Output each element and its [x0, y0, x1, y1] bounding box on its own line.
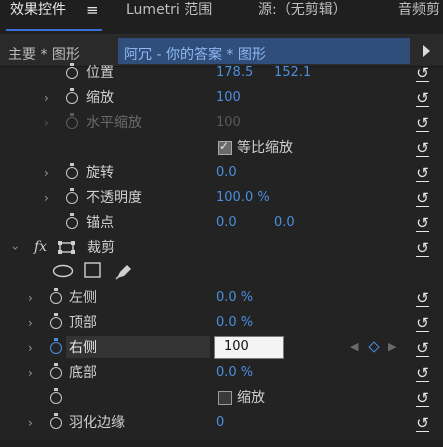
reset-icon[interactable]: ↺	[414, 391, 431, 407]
stopwatch-icon[interactable]	[66, 63, 78, 79]
scale-width-value: 100	[216, 115, 241, 130]
pen-mask-icon[interactable]	[114, 262, 134, 280]
reset-icon[interactable]: ↺	[414, 141, 431, 157]
previous-keyframe-icon[interactable]: ◀	[350, 340, 358, 353]
opacity-value[interactable]: 100.0 %	[216, 188, 270, 208]
reset-icon[interactable]: ↺	[414, 66, 431, 82]
ellipse-mask-icon[interactable]	[52, 264, 74, 278]
reset-icon[interactable]: ↺	[414, 366, 431, 382]
crop-top-label: 顶部	[69, 315, 97, 331]
opacity-label: 不透明度	[86, 190, 142, 206]
stopwatch-icon[interactable]	[50, 288, 62, 304]
tab-audio[interactable]: 音频剪	[398, 0, 440, 34]
reset-icon[interactable]: ↺	[414, 291, 431, 307]
reset-icon[interactable]: ↺	[414, 91, 431, 107]
rectangle-mask-icon[interactable]	[84, 262, 102, 279]
feather-edges-value[interactable]: 0	[216, 413, 224, 433]
reset-icon[interactable]: ↺	[414, 216, 431, 232]
scale-width-label: 水平缩放	[86, 115, 142, 131]
crop-effect-label: 裁剪	[87, 240, 115, 256]
transform-box-icon[interactable]	[58, 241, 78, 255]
uniform-scale-checkbox[interactable]	[218, 139, 232, 155]
position-y-value[interactable]: 152.1	[274, 63, 311, 83]
scale-value[interactable]: 100	[216, 88, 241, 108]
crop-right-input-text[interactable]: 100	[224, 337, 249, 357]
crop-left-label: 左侧	[69, 290, 97, 306]
next-keyframe-icon[interactable]: ▶	[388, 340, 396, 353]
reset-icon[interactable]: ↺	[414, 316, 431, 332]
stopwatch-icon[interactable]	[66, 163, 78, 179]
crop-bottom-value[interactable]: 0.0 %	[216, 363, 253, 383]
expand-chevron-icon[interactable]: ›	[44, 188, 49, 208]
stopwatch-icon[interactable]	[66, 88, 78, 104]
expand-chevron-icon[interactable]: ›	[44, 88, 49, 108]
expand-chevron-icon[interactable]: ›	[28, 363, 33, 383]
expand-chevron-icon[interactable]: ›	[44, 163, 49, 183]
reset-icon[interactable]: ↺	[414, 241, 431, 257]
collapse-chevron-icon[interactable]: ›	[5, 246, 25, 251]
expand-chevron-icon[interactable]: ›	[28, 288, 33, 308]
anchor-label: 锚点	[86, 215, 114, 231]
stopwatch-icon[interactable]	[66, 188, 78, 204]
stopwatch-icon[interactable]	[50, 338, 62, 354]
crop-left-value[interactable]: 0.0 %	[216, 288, 253, 308]
feather-edges-label: 羽化边缘	[69, 415, 125, 431]
active-tab-indicator	[6, 29, 102, 31]
add-keyframe-icon[interactable]	[368, 341, 380, 353]
reset-icon[interactable]: ↺	[414, 116, 431, 132]
expand-chevron-icon[interactable]: ›	[28, 413, 33, 433]
fx-toggle-icon[interactable]: fx	[34, 237, 47, 257]
crop-right-label: 右侧	[69, 340, 97, 356]
reset-icon[interactable]: ↺	[414, 341, 431, 357]
position-x-value[interactable]: 178.5	[216, 63, 253, 83]
zoom-label: 缩放	[237, 390, 265, 406]
tab-source[interactable]: 源:（无剪辑）	[258, 0, 347, 34]
show-timeline-arrow-icon[interactable]	[423, 45, 430, 57]
expand-chevron-icon[interactable]: ›	[28, 313, 33, 333]
stopwatch-icon[interactable]	[50, 388, 62, 404]
reset-icon[interactable]: ↺	[414, 166, 431, 182]
panel-bottom-edge	[0, 440, 443, 447]
stopwatch-icon[interactable]	[50, 313, 62, 329]
stopwatch-icon[interactable]	[50, 363, 62, 379]
crop-top-value[interactable]: 0.0 %	[216, 313, 253, 333]
expand-chevron-icon: ›	[44, 116, 49, 130]
scale-label: 缩放	[86, 90, 114, 106]
stopwatch-icon[interactable]	[50, 413, 62, 429]
stopwatch-icon[interactable]	[66, 213, 78, 229]
anchor-y-value[interactable]: 0.0	[274, 213, 295, 233]
tab-lumetri-scopes[interactable]: Lumetri 范围	[126, 0, 212, 34]
stopwatch-icon	[66, 113, 78, 129]
crop-bottom-label: 底部	[69, 365, 97, 381]
master-clip-label[interactable]: 主要 * 图形	[8, 44, 80, 64]
anchor-x-value[interactable]: 0.0	[216, 213, 237, 233]
rotation-label: 旋转	[86, 165, 114, 181]
expand-chevron-icon[interactable]: ›	[28, 338, 33, 358]
rotation-value[interactable]: 0.0	[216, 163, 237, 183]
uniform-scale-label: 等比缩放	[237, 140, 293, 156]
zoom-checkbox[interactable]	[218, 391, 232, 405]
position-label: 位置	[86, 65, 114, 81]
reset-icon[interactable]: ↺	[414, 416, 431, 432]
sequence-clip-label[interactable]: 阿冗 - 你的答案 * 图形	[124, 44, 266, 64]
reset-icon[interactable]: ↺	[414, 191, 431, 207]
